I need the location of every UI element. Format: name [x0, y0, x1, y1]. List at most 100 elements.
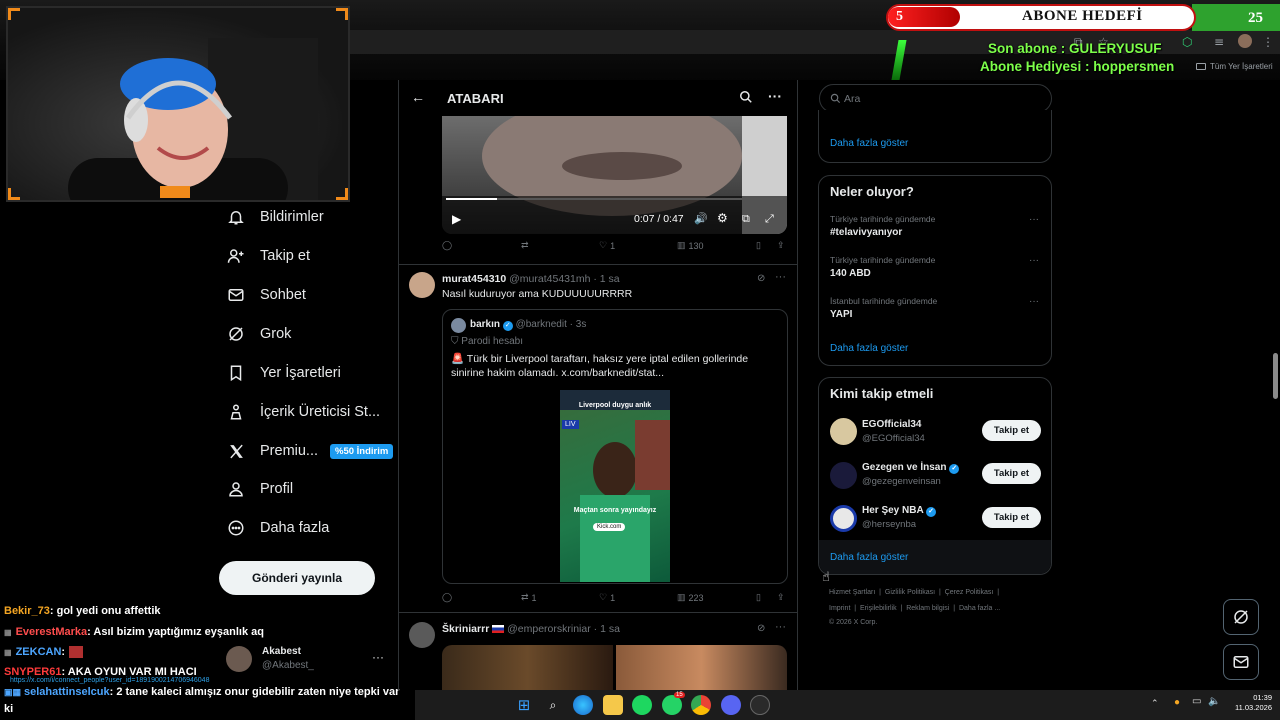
- footer-link[interactable]: Hizmet Şartları: [829, 589, 875, 596]
- edge-browser-icon[interactable]: [573, 695, 593, 715]
- nav-bookmarks[interactable]: Yer İşaretleri: [226, 359, 341, 387]
- clock-time: 01:39: [1253, 693, 1272, 702]
- more-options-icon[interactable]: ···: [775, 621, 786, 633]
- tweet-image[interactable]: [616, 645, 787, 690]
- show-more-link[interactable]: Daha fazla göster: [830, 138, 908, 149]
- back-arrow-icon[interactable]: ←: [411, 89, 425, 105]
- post-button[interactable]: Gönderi yayınla: [219, 561, 375, 595]
- share-icon[interactable]: ⇪: [777, 240, 785, 251]
- nav-more[interactable]: Daha fazla: [226, 514, 329, 542]
- chat-user: EverestMarka: [15, 626, 88, 638]
- show-more-link[interactable]: Daha fazla göster: [830, 552, 908, 563]
- profile-avatar[interactable]: [1238, 34, 1252, 48]
- trend-item[interactable]: İstanbul tarihinde gündemde YAPI ···: [830, 296, 1040, 322]
- tweet-image[interactable]: [442, 645, 613, 690]
- show-more-link[interactable]: Daha fazla göster: [830, 343, 908, 354]
- share-icon[interactable]: ⇪: [777, 592, 785, 603]
- account-switcher[interactable]: Akabest @Akabest_ ···: [226, 644, 390, 680]
- play-icon[interactable]: ▶: [452, 212, 461, 226]
- nav-notifications[interactable]: Bildirimler: [226, 203, 324, 231]
- views-button[interactable]: ▥ 223: [677, 592, 704, 603]
- messages-float-button[interactable]: [1223, 644, 1259, 680]
- footer-link[interactable]: Reklam bilgisi: [906, 605, 949, 612]
- settings-gear-icon[interactable]: ⚙: [717, 211, 728, 225]
- sub-goal-bar: 5 ABONE HEDEFİ 25: [886, 4, 1280, 31]
- suggest-name-row[interactable]: Gezegen ve İnsan ✓: [862, 462, 960, 474]
- network-icon[interactable]: ▭: [1192, 696, 1201, 707]
- bookmark-icon[interactable]: ▯: [756, 240, 761, 251]
- chrome-icon[interactable]: [691, 695, 711, 715]
- app-icon[interactable]: [750, 695, 770, 715]
- nav-chat[interactable]: Sohbet: [226, 281, 306, 309]
- follow-button[interactable]: Takip et: [982, 420, 1041, 441]
- trends-title: Neler oluyor?: [830, 184, 914, 199]
- like-button[interactable]: ♡ 1: [599, 240, 615, 251]
- grok-icon[interactable]: ⊘: [757, 623, 765, 634]
- menu-lines-icon[interactable]: ≡: [1214, 36, 1226, 48]
- trend-more-icon[interactable]: ···: [1029, 296, 1039, 307]
- avatar[interactable]: [830, 462, 857, 489]
- search-input[interactable]: Ara: [819, 84, 1052, 113]
- spotify-icon[interactable]: [632, 695, 652, 715]
- nav-premium[interactable]: Premiu... %50 İndirim: [226, 437, 394, 465]
- account-more-icon[interactable]: ···: [372, 650, 384, 664]
- kebab-menu-icon[interactable]: ⋮: [1262, 36, 1274, 48]
- volume-icon[interactable]: 🔈: [1208, 696, 1220, 707]
- avatar[interactable]: [409, 622, 435, 648]
- bookmarks-folder[interactable]: Tüm Yer İşaretleri: [1196, 62, 1273, 71]
- quote-video[interactable]: Liverpool duygu anlık LIV Maçtan sonra y…: [560, 390, 670, 582]
- footer-link[interactable]: Erişilebilirlik: [860, 605, 897, 612]
- search-icon[interactable]: ⌕: [543, 695, 563, 715]
- windows-start-icon[interactable]: ⊞: [514, 695, 534, 715]
- reply-icon[interactable]: ◯: [442, 592, 452, 603]
- trend-more-icon[interactable]: ···: [1029, 255, 1039, 266]
- avatar[interactable]: [830, 505, 857, 532]
- retweet-button[interactable]: ⇄ 1: [521, 592, 537, 603]
- volume-icon[interactable]: 🔊: [694, 212, 708, 225]
- file-explorer-icon[interactable]: [603, 695, 623, 715]
- search-icon[interactable]: [739, 90, 753, 104]
- retweet-icon[interactable]: ⇄: [521, 240, 529, 251]
- whatsapp-icon[interactable]: [662, 695, 682, 715]
- grok-float-button[interactable]: [1223, 599, 1259, 635]
- quote-link[interactable]: x.com/barknedit/stat...: [561, 367, 664, 379]
- reply-icon[interactable]: ◯: [442, 240, 452, 251]
- views-button[interactable]: ▥ 130: [677, 240, 704, 251]
- follow-button[interactable]: Takip et: [982, 463, 1041, 484]
- bookmark-icon[interactable]: ▯: [756, 592, 761, 603]
- page-scrollbar-thumb[interactable]: [1273, 353, 1278, 399]
- suggest-name[interactable]: EGOfficial34: [862, 419, 921, 430]
- avatar[interactable]: [830, 418, 857, 445]
- nav-grok[interactable]: Grok: [226, 320, 291, 348]
- nav-creator-studio[interactable]: İçerik Üreticisi St...: [226, 398, 380, 426]
- video-progress-track[interactable]: [446, 198, 783, 200]
- footer-link[interactable]: Çerez Politikası: [945, 589, 994, 596]
- clock[interactable]: 01:39 11.03.2026: [1226, 693, 1272, 713]
- tweet-video[interactable]: ▶ 0:07 / 0:47 🔊 ⚙ ⧉ ⤢: [442, 116, 787, 234]
- tweet-author[interactable]: murat454310 @murat45431mh · 1 sa: [442, 273, 620, 285]
- puzzle-icon[interactable]: ⬡: [1182, 36, 1194, 48]
- tray-chevron-icon[interactable]: ⌃: [1151, 698, 1159, 709]
- footer-link[interactable]: Daha fazla ...: [959, 605, 1000, 612]
- discord-icon[interactable]: [721, 695, 741, 715]
- footer-link[interactable]: Imprint: [829, 605, 850, 612]
- grok-icon[interactable]: ⊘: [757, 273, 765, 284]
- more-options-icon[interactable]: ···: [775, 271, 786, 283]
- pip-icon[interactable]: ⧉: [742, 212, 750, 226]
- trend-item[interactable]: Türkiye tarihinde gündemde 140 ABD ···: [830, 255, 1040, 281]
- footer-link[interactable]: Gizlilik Politikası: [885, 589, 935, 596]
- avatar[interactable]: [409, 272, 435, 298]
- nav-profile[interactable]: Profil: [226, 475, 293, 503]
- suggest-name-row[interactable]: Her Şey NBA ✓: [862, 505, 937, 517]
- tweet-author[interactable]: Škriniarrr @emperorskriniar · 1 sa: [442, 623, 620, 635]
- trend-more-icon[interactable]: ···: [1029, 214, 1039, 225]
- microphone-icon[interactable]: ●: [1174, 697, 1180, 708]
- follow-button[interactable]: Takip et: [982, 507, 1041, 528]
- like-button[interactable]: ♡ 1: [599, 592, 615, 603]
- nav-follow[interactable]: Takip et: [226, 242, 310, 270]
- fullscreen-icon[interactable]: ⤢: [765, 212, 774, 226]
- suggest-handle: @herseynba: [862, 519, 917, 530]
- trend-item[interactable]: Türkiye tarihinde gündemde #telavivyanıy…: [830, 214, 1040, 240]
- quoted-tweet[interactable]: barkın ✓ @barknedit · 3s ⛉ Parodi hesabı…: [442, 309, 788, 584]
- more-options-icon[interactable]: ···: [768, 88, 782, 104]
